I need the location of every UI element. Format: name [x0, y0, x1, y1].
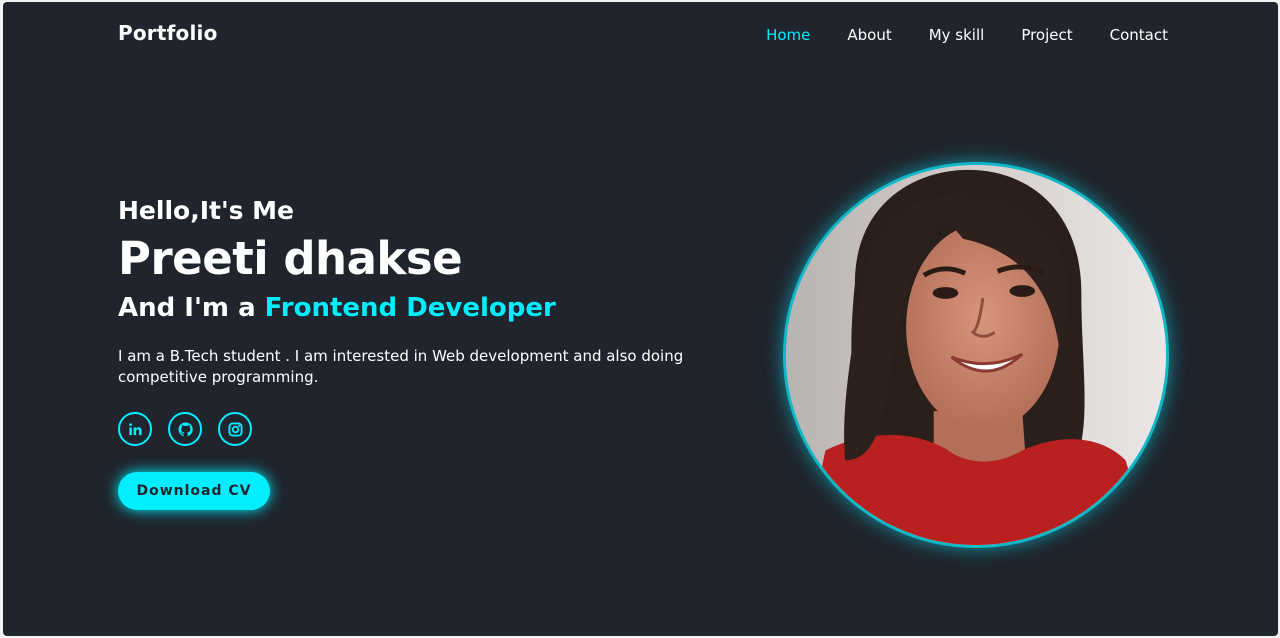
logo[interactable]: Portfolio — [118, 21, 218, 45]
nav-home[interactable]: Home — [766, 26, 810, 44]
main-nav: Home About My skill Project Contact — [729, 26, 1168, 44]
hero-role: And I'm a Frontend Developer — [118, 288, 768, 328]
social-links — [118, 412, 768, 446]
github-icon — [177, 421, 193, 436]
download-cv-button[interactable]: Download CV — [118, 472, 270, 510]
github-link[interactable] — [168, 412, 202, 446]
portfolio-page: Portfolio Home About My skill Project Co… — [3, 2, 1278, 636]
hero-section: Hello,It's Me Preeti dhakse And I'm a Fr… — [118, 194, 768, 510]
hero-name: Preeti dhakse — [118, 232, 463, 285]
site-header: Portfolio Home About My skill Project Co… — [3, 2, 1278, 68]
linkedin-icon — [128, 422, 142, 435]
role-highlight: Frontend Developer — [264, 293, 556, 323]
profile-portrait-image — [786, 165, 1166, 545]
nav-my-skill[interactable]: My skill — [929, 26, 985, 44]
role-prefix: And I'm a — [118, 293, 265, 323]
nav-about[interactable]: About — [847, 26, 891, 44]
hero-greeting: Hello,It's Me — [118, 196, 295, 225]
profile-photo — [783, 162, 1169, 548]
instagram-icon — [227, 421, 243, 437]
hero-description: I am a B.Tech student . I am interested … — [118, 347, 684, 386]
instagram-link[interactable] — [218, 412, 252, 446]
linkedin-link[interactable] — [118, 412, 152, 446]
nav-contact[interactable]: Contact — [1110, 26, 1168, 44]
nav-project[interactable]: Project — [1021, 26, 1072, 44]
